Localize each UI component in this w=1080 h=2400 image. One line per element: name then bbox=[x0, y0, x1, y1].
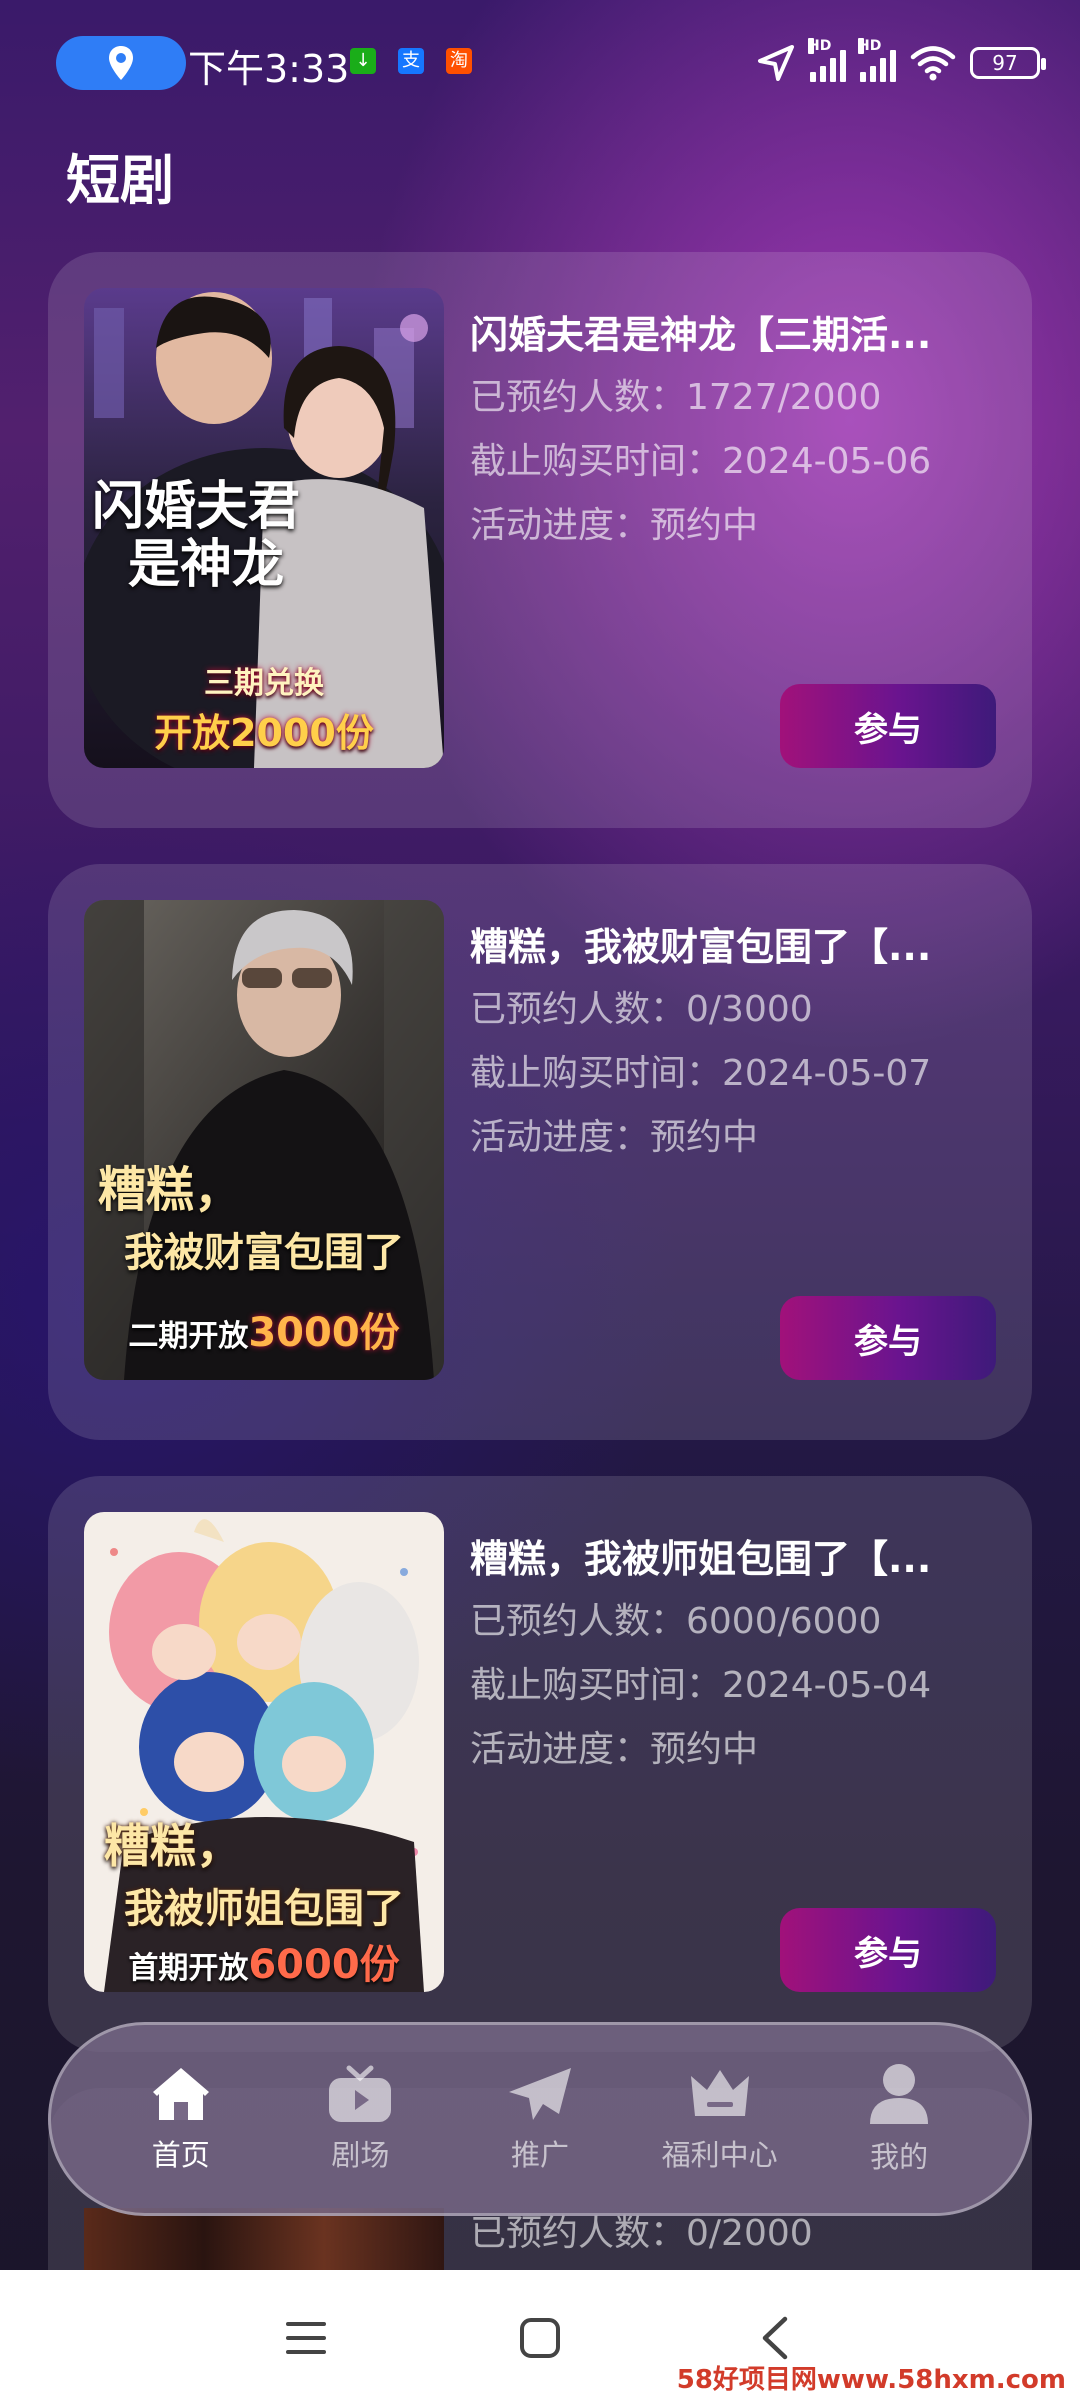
status-bar: 下午3:33 ↓ 支 淘 HD HD 97 bbox=[0, 0, 1080, 120]
alipay-notification-icon: 支 bbox=[398, 48, 424, 74]
drama-card-1[interactable]: 闪婚夫君 是神龙 三期兑换 开放2000份 闪婚夫君是神龙【三期活... 已预约… bbox=[48, 252, 1032, 828]
join-button[interactable]: 参与 bbox=[780, 684, 996, 768]
poster-image[interactable]: 糟糕， 我被财富包围了 二期开放3000份 bbox=[84, 900, 444, 1380]
reserved-count: 已预约人数：6000/6000 bbox=[470, 1601, 882, 1642]
poster-tag: 三期兑换 开放2000份 bbox=[154, 666, 374, 755]
poster-title: 闪婚夫君 是神龙 bbox=[92, 476, 301, 595]
purchase-deadline: 截止购买时间：2024-05-07 bbox=[470, 1053, 932, 1094]
status-time: 下午3:33 bbox=[188, 47, 350, 91]
poster-tag: 首期开放6000份 bbox=[128, 1942, 400, 1988]
page-title: 短剧 bbox=[66, 149, 174, 212]
card-title: 闪婚夫君是神龙【三期活... bbox=[470, 313, 932, 357]
activity-progress: 活动进度：预约中 bbox=[470, 1729, 759, 1770]
menu-button[interactable] bbox=[266, 2298, 346, 2378]
poster-image[interactable]: 闪婚夫君 是神龙 三期兑换 开放2000份 bbox=[84, 288, 444, 768]
join-button[interactable]: 参与 bbox=[780, 1296, 996, 1380]
battery-icon: 97 bbox=[970, 47, 1046, 79]
poster-image[interactable]: 糟糕， 我被师姐包围了 首期开放6000份 bbox=[84, 1512, 444, 1992]
nav-item-promote[interactable]: 推广 bbox=[465, 2064, 615, 2174]
card-title: 糟糕，我被师姐包围了【... bbox=[470, 1537, 932, 1581]
home-icon bbox=[152, 2068, 209, 2120]
signal-1-icon: HD bbox=[808, 38, 846, 82]
download-notification-icon: ↓ bbox=[350, 48, 376, 74]
poster-title: 糟糕， 我被师姐包围了 bbox=[104, 1819, 404, 1932]
join-button[interactable]: 参与 bbox=[780, 1908, 996, 1992]
nav-item-theater[interactable]: 剧场 bbox=[285, 2064, 435, 2174]
tv-icon bbox=[329, 2065, 392, 2122]
menu-icon bbox=[286, 2322, 326, 2354]
status-icons: HD HD 97 bbox=[756, 38, 1046, 88]
user-icon bbox=[870, 2064, 929, 2124]
card-title: 糟糕，我被财富包围了【... bbox=[470, 925, 932, 969]
drama-card-3[interactable]: 糟糕， 我被师姐包围了 首期开放6000份 糟糕，我被师姐包围了【... 已预约… bbox=[48, 1476, 1032, 2052]
purchase-deadline: 截止购买时间：2024-05-06 bbox=[470, 441, 932, 482]
reserved-count: 已预约人数：1727/2000 bbox=[470, 377, 882, 418]
signal-2-icon: HD bbox=[858, 38, 896, 82]
nav-item-home[interactable]: 首页 bbox=[106, 2064, 256, 2174]
system-nav-bar: 58好项目网www.58hxm.com bbox=[0, 2270, 1080, 2400]
location-pin-icon bbox=[109, 46, 133, 80]
activity-progress: 活动进度：预约中 bbox=[470, 1117, 759, 1158]
crown-icon bbox=[690, 2070, 749, 2116]
reserved-count: 已预约人数：0/3000 bbox=[470, 989, 813, 1030]
drama-card-2[interactable]: 糟糕， 我被财富包围了 二期开放3000份 糟糕，我被财富包围了【... 已预约… bbox=[48, 864, 1032, 1440]
back-icon bbox=[762, 2316, 788, 2360]
watermark-text: 58好项目网www.58hxm.com bbox=[676, 2365, 1066, 2395]
nav-item-mine[interactable]: 我的 bbox=[824, 2062, 974, 2176]
location-indicator[interactable] bbox=[56, 36, 186, 90]
poster-title: 糟糕， 我被财富包围了 bbox=[98, 1162, 404, 1276]
home-square-icon bbox=[520, 2318, 560, 2358]
activity-progress: 活动进度：预约中 bbox=[470, 505, 759, 546]
navigation-arrow-icon bbox=[758, 45, 794, 81]
wifi-icon bbox=[910, 46, 956, 81]
purchase-deadline: 截止购买时间：2024-05-04 bbox=[470, 1665, 932, 1706]
nav-item-welfare[interactable]: 福利中心 bbox=[645, 2064, 795, 2174]
poster-tag: 二期开放3000份 bbox=[128, 1310, 400, 1356]
bottom-nav: 首页 剧场 推广 福利中心 我的 bbox=[48, 2022, 1032, 2216]
taobao-notification-icon: 淘 bbox=[446, 48, 472, 74]
home-system-button[interactable] bbox=[500, 2298, 580, 2378]
paper-plane-icon bbox=[508, 2068, 571, 2120]
